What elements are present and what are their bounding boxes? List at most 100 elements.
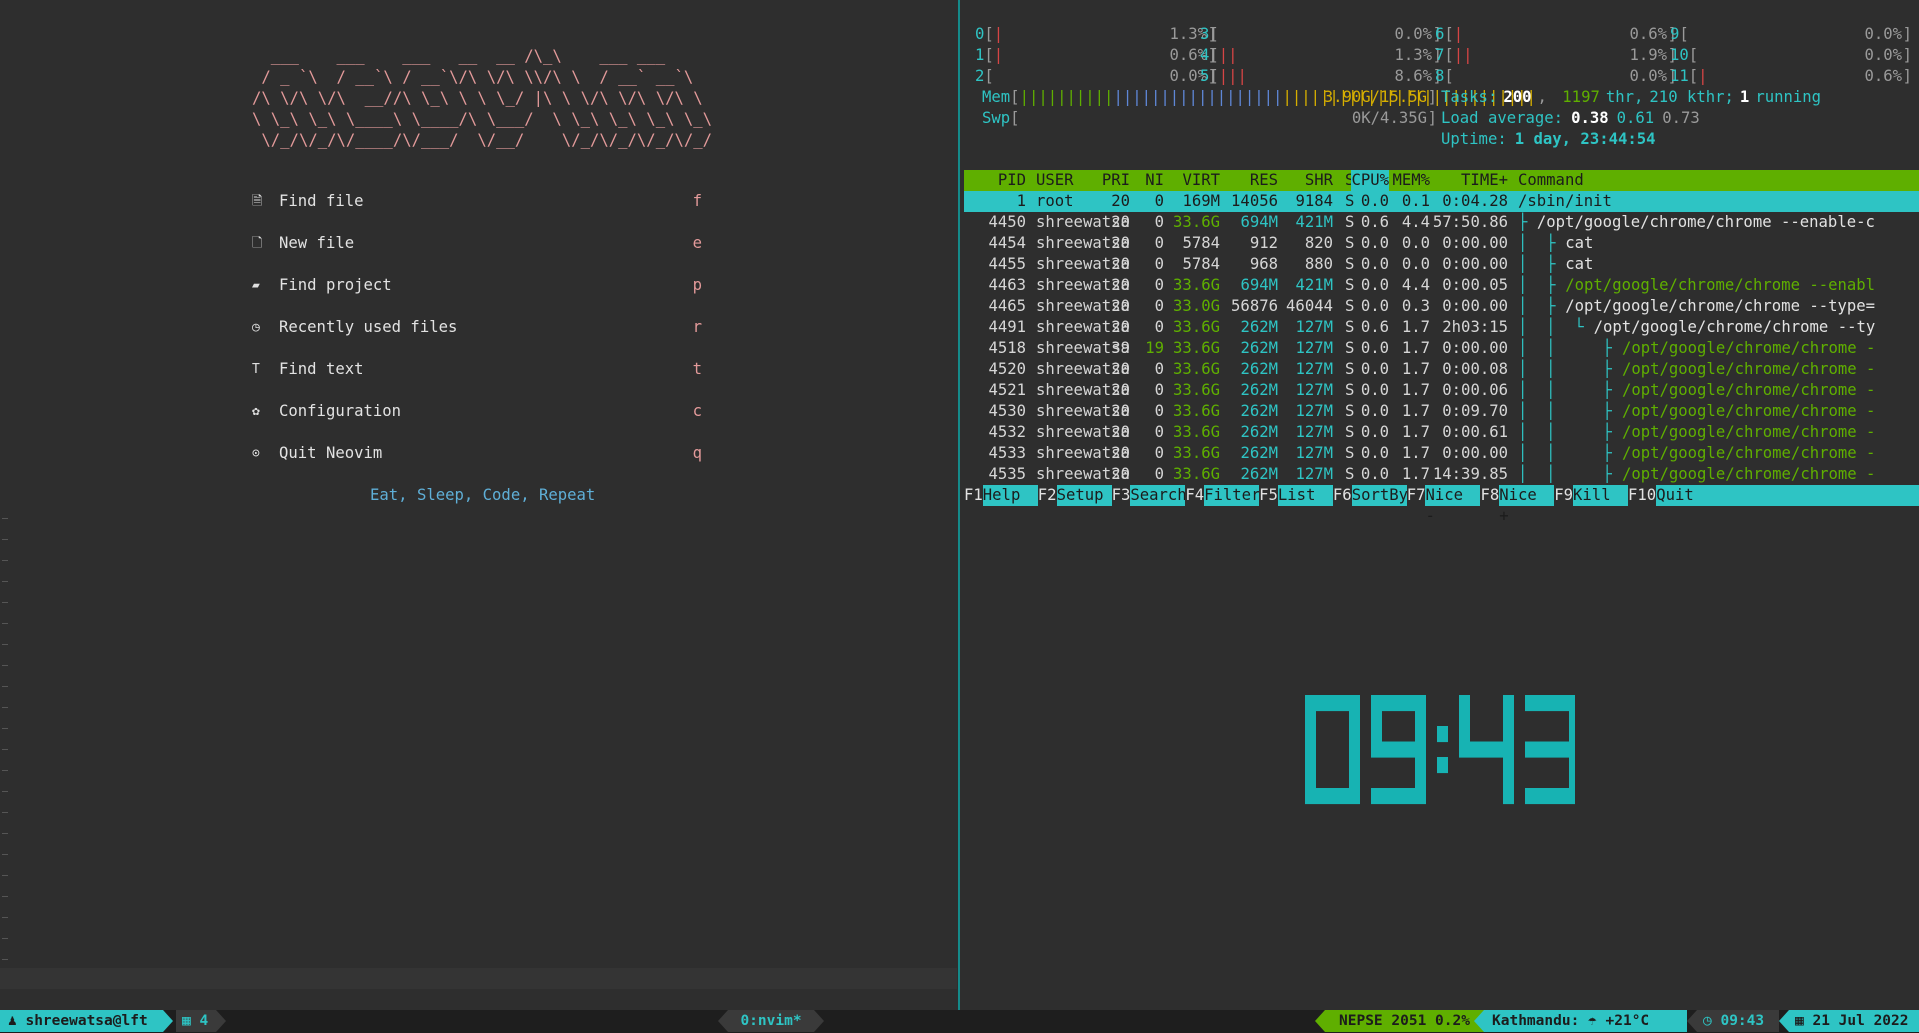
process-row[interactable]: 4521 shreewatsa 20 0 33.6G 262M 127M S 0.0 1.7 0:0… [964,380,1919,401]
fkey-key: F9 [1554,485,1574,506]
empty-line-marker [2,749,8,750]
uptime-value: 1 day, 23:44:54 [1514,130,1656,148]
fkey-nice-button[interactable]: F8 Nice + [1480,485,1554,525]
cell-s: S [1345,423,1355,441]
cell-virt: 33.6G [1173,213,1220,231]
column-header-user[interactable]: USER [1036,170,1074,191]
process-row[interactable]: 4454 shreewatsa 20 0 5784 912 820 S 0.0 0.0 0:00.0… [964,233,1919,254]
tasks-part: 1 [1739,88,1750,106]
column-header-cpu[interactable]: CPU% [1351,170,1389,191]
cell-time: 0:00.00 [1442,339,1508,357]
cpu-id: 6 [1435,25,1445,43]
cpu-meter-9: 9[0.0%] [1670,24,1912,45]
fkey-filter-button[interactable]: F4 Filter [1185,485,1261,506]
cpu-percent: 0.0% [1864,46,1902,64]
process-row[interactable]: 4455 shreewatsa 20 0 5784 968 880 S 0.0 0.0 0:00.0… [964,254,1919,275]
column-header-virt[interactable]: VIRT [1182,170,1220,191]
menu-item-shortcut: e [692,234,702,252]
fkey-label: Quit [1656,486,1694,504]
process-row[interactable]: 4530 shreewatsa 20 0 33.6G 262M 127M S 0.0 1.7 0:0… [964,401,1919,422]
process-row[interactable]: 4518 shreewatsa 39 19 33.6G 262M 127M S 0.0 1.7 0:… [964,338,1919,359]
process-row[interactable]: 1 root 20 0 169M 14056 9184 S 0.0 0.1 0:04.28/sbin… [964,191,1919,212]
column-header-res[interactable]: RES [1250,170,1278,191]
column-header-mem[interactable]: MEM% [1392,170,1430,191]
fkey-key: F8 [1480,485,1500,506]
fkey-key: F7 [1406,485,1426,506]
empty-line-marker [2,623,8,624]
process-table-header[interactable]: PID USER PRI NI VIRT RES SHR S CPU% MEM% TIME+ Comm… [964,170,1919,191]
cell-s: S [1345,297,1355,315]
cell-pid: 4454 [988,234,1026,252]
menu-item-find-text[interactable]: T Find text t [252,359,702,380]
grid-icon: ▦ [182,1013,200,1029]
cpu-bars: | [1698,67,1708,85]
pane-count: ▦ 4 [176,1010,216,1032]
cell-cpu: 0.0 [1360,465,1389,483]
column-header-time[interactable]: TIME+ [1461,170,1508,191]
cpu-bracket: [ [1444,25,1454,43]
menu-item-shortcut: r [692,318,702,336]
column-header-pri[interactable]: PRI [1102,170,1130,191]
fkey-setup-button[interactable]: F2 Setup [1037,485,1112,506]
column-header-command[interactable]: Command [1518,170,1584,191]
fkey-label: Filter [1204,486,1261,504]
cell-shr: 127M [1295,318,1333,336]
cell-ni: 0 [1154,276,1164,294]
process-row[interactable]: 4532 shreewatsa 20 0 33.6G 262M 127M S 0.0 1.7 0:0… [964,422,1919,443]
nvim-command-line[interactable] [0,968,957,989]
menu-item-new-file[interactable]: 🗋 New file e [252,233,702,254]
process-row[interactable]: 4520 shreewatsa 20 0 33.6G 262M 127M S 0.0 1.7 0:0… [964,359,1919,380]
tasks-part: 200 [1503,88,1532,106]
column-header-pid[interactable]: PID [998,170,1026,191]
menu-item-configuration[interactable]: ✿ Configuration c [252,401,702,422]
clock-digit [1305,695,1360,805]
swp-meter: Swp[0K/4.35G] [982,108,1437,129]
fkey-nice-button[interactable]: F7 Nice - [1406,485,1481,525]
menu-item-recently-used-files[interactable]: ◷ Recently used files r [252,317,702,338]
cpu-id: 1 [975,46,985,64]
menu-item-quit-neovim[interactable]: ⊙ Quit Neovim q [252,443,702,464]
cell-pri: 20 [1111,444,1130,462]
process-command: /opt/google/chrome/chrome - [1621,423,1876,441]
menu-item-shortcut: f [692,192,702,210]
history-icon: ◷ [252,320,260,335]
cell-shr: 127M [1295,402,1333,420]
cpu-percent: 1.3% [1394,46,1432,64]
process-row[interactable]: 4463 shreewatsa 20 0 33.6G 694M 421M S 0.0 4.4 0:0… [964,275,1919,296]
fkey-help-button[interactable]: F1 Help [964,485,1038,506]
process-row[interactable]: 4450 shreewatsa 20 0 33.6G 694M 421M S 0.6 4.4 57:… [964,212,1919,233]
empty-line-marker [2,602,8,603]
cell-res: 262M [1240,360,1278,378]
menu-item-find-file[interactable]: 🗎 Find file f [252,191,702,212]
cell-ni: 0 [1154,381,1164,399]
powerline-separator [1687,1010,1697,1032]
process-row[interactable]: 4465 shreewatsa 20 0 33.0G 56876 46044 S 0.0 0.3 0… [964,296,1919,317]
column-header-shr[interactable]: SHR [1305,170,1333,191]
mem-meter: Mem[||||||||||||||||||||||||||||||||||||… [982,87,1536,108]
column-header-ni[interactable]: NI [1145,170,1164,191]
fkey-quit-button[interactable]: F10 Quit [1628,485,1726,506]
menu-item-find-project[interactable]: ▰ Find project p [252,275,702,296]
cell-cpu: 0.0 [1360,192,1389,210]
tasks-part: Tasks: [1441,88,1498,106]
empty-line-marker [2,791,8,792]
cell-shr: 46044 [1286,297,1333,315]
fkey-search-button[interactable]: F3 Search [1111,485,1187,506]
window-tab-nvim[interactable]: 0:nvim* [728,1010,814,1032]
tree-branch: │ │ ├ [1518,465,1622,483]
process-row[interactable]: 4491 shreewatsa 20 0 33.6G 262M 127M S 0.6 1.7 2h0… [964,317,1919,338]
cell-s: S [1345,318,1355,336]
cell-cpu: 0.6 [1360,318,1389,336]
pane-divider[interactable] [958,0,960,1010]
fkey-kill-button[interactable]: F9 Kill [1554,485,1628,506]
cpu-bracket: [ [1679,25,1689,43]
process-row[interactable]: 4535 shreewatsa 20 0 33.6G 262M 127M S 0.0 1.7 14:… [964,464,1919,485]
fkey-key: F2 [1037,485,1057,506]
process-row[interactable]: 4533 shreewatsa 20 0 33.6G 262M 127M S 0.0 1.7 0:0… [964,443,1919,464]
cpu-percent: 8.6% [1394,67,1432,85]
fkey-list-button[interactable]: F5 List [1259,485,1333,506]
clock-widget: ◷ 09:43 [1697,1010,1779,1032]
fkey-sortby-button[interactable]: F6 SortBy [1332,485,1408,506]
cpu-bracket: [ [1444,67,1454,85]
cell-res: 262M [1240,339,1278,357]
